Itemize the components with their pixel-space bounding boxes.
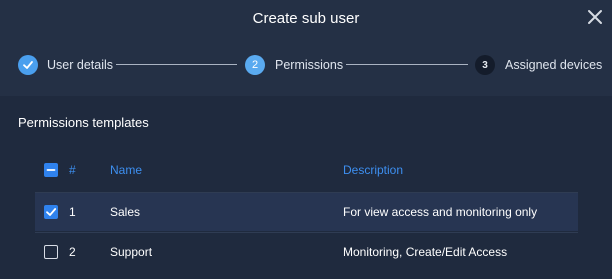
step-connector	[346, 64, 468, 65]
step-connector	[116, 64, 237, 65]
row-checkbox[interactable]	[44, 245, 58, 259]
step-assigned-devices-number: 3	[475, 55, 495, 75]
section-title: Permissions templates	[18, 115, 149, 130]
row-name: Support	[110, 245, 153, 259]
select-all-checkbox[interactable]	[44, 163, 58, 177]
indeterminate-icon	[46, 169, 56, 171]
step-permissions-label: Permissions	[275, 58, 344, 72]
step-assigned-devices-label: Assigned devices	[505, 58, 603, 72]
step-user-details-label: User details	[47, 58, 113, 72]
row-description: Monitoring, Create/Edit Access	[343, 245, 508, 259]
row-name: Sales	[110, 205, 141, 219]
check-icon	[18, 55, 38, 75]
table-row[interactable]: 2 Support Monitoring, Create/Edit Access	[35, 233, 578, 271]
table-header: # Name Description	[35, 155, 578, 185]
row-checkbox[interactable]	[44, 205, 58, 219]
step-permissions-number: 2	[245, 55, 265, 75]
dialog-title: Create sub user	[252, 10, 360, 27]
column-header-name[interactable]: Name	[110, 155, 142, 185]
row-description: For view access and monitoring only	[343, 205, 538, 219]
dialog-header: Create sub user User details 2 Permissio…	[0, 0, 612, 96]
row-number: 1	[69, 205, 76, 219]
row-number: 2	[69, 245, 76, 259]
table-row[interactable]: 1 Sales For view access and monitoring o…	[35, 193, 578, 231]
close-icon[interactable]	[586, 8, 604, 26]
create-sub-user-dialog: Create sub user User details 2 Permissio…	[0, 0, 612, 279]
check-icon	[46, 208, 57, 216]
column-header-number: #	[69, 163, 76, 177]
column-header-description[interactable]: Description	[343, 155, 403, 185]
